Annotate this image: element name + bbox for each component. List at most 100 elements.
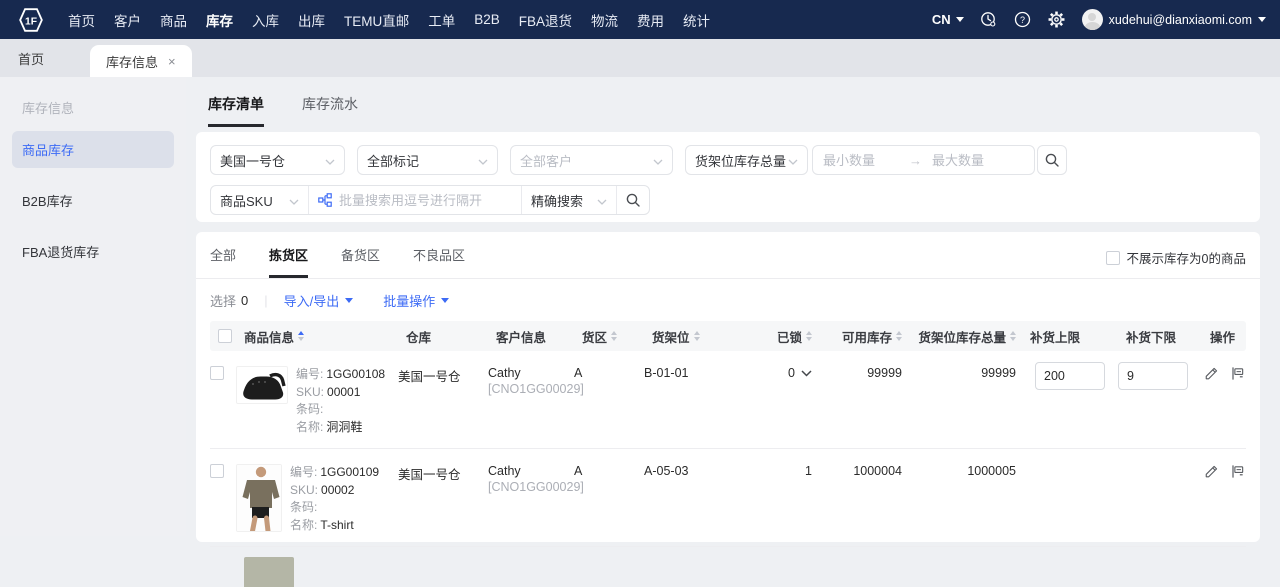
app-logo-icon[interactable]: 1F bbox=[18, 7, 44, 33]
select-all-checkbox[interactable] bbox=[218, 329, 232, 343]
menu-stats[interactable]: 统计 bbox=[683, 10, 710, 30]
sort-icon[interactable] bbox=[693, 331, 700, 341]
cell-customer: Cathy [CNO1GG00029] bbox=[488, 464, 584, 494]
range-arrow-icon: → bbox=[909, 152, 922, 168]
filter-panel: 美国一号仓 全部标记 全部客户 货架位库存总量 → bbox=[196, 132, 1260, 222]
row-checkbox[interactable] bbox=[210, 464, 224, 478]
chevron-down-icon bbox=[441, 298, 450, 303]
product-name: T-shirt bbox=[320, 517, 354, 532]
sort-icon[interactable] bbox=[1010, 331, 1016, 341]
sku-type-select-value: 商品SKU bbox=[220, 193, 273, 209]
close-icon[interactable]: × bbox=[168, 54, 176, 69]
mark-select-value: 全部标记 bbox=[367, 153, 420, 169]
match-mode-value: 精确搜索 bbox=[531, 193, 584, 209]
tab-inventory-info[interactable]: 库存信息 × bbox=[90, 45, 192, 77]
chevron-down-icon bbox=[345, 298, 354, 303]
cell-warehouse: 美国一号仓 bbox=[398, 370, 461, 384]
menu-customers[interactable]: 客户 bbox=[114, 10, 141, 30]
history-clock-icon[interactable] bbox=[980, 11, 998, 29]
product-image[interactable] bbox=[236, 464, 282, 532]
edit-icon[interactable] bbox=[1204, 464, 1219, 479]
avatar bbox=[1081, 9, 1103, 30]
flag-icon[interactable] bbox=[1230, 366, 1245, 381]
flag-icon[interactable] bbox=[1230, 464, 1245, 479]
max-quantity-input[interactable] bbox=[922, 152, 1018, 168]
menu-logistics[interactable]: 物流 bbox=[591, 10, 618, 30]
sidebar-item-product-inventory[interactable]: 商品库存 bbox=[12, 131, 174, 168]
sku-type-select[interactable]: 商品SKU bbox=[211, 186, 308, 214]
gear-icon[interactable] bbox=[1048, 11, 1066, 29]
language-selector[interactable]: CN bbox=[932, 12, 964, 27]
customer-code: [CNO1GG00029] bbox=[488, 382, 584, 396]
divider: | bbox=[264, 293, 268, 308]
cell-shelf-total: 1000005 bbox=[967, 464, 1016, 478]
menu-temu[interactable]: TEMU直邮 bbox=[344, 10, 409, 30]
quantity-range: → bbox=[812, 145, 1035, 175]
import-export-button[interactable]: 导入/导出 bbox=[284, 291, 354, 310]
batch-search-input[interactable] bbox=[339, 192, 511, 208]
chevron-down-icon bbox=[653, 153, 663, 168]
top-navbar: 1F 首页 客户 商品 库存 入库 出库 TEMU直邮 工单 B2B FBA退货… bbox=[0, 0, 1280, 39]
main-content: 库存清单 库存流水 美国一号仓 全部标记 全部客户 货架位库存总量 最小数量 →… bbox=[186, 77, 1280, 587]
tab-inventory-list[interactable]: 库存清单 bbox=[208, 94, 264, 127]
chevron-down-icon bbox=[955, 17, 964, 22]
tab-home[interactable]: 首页 bbox=[0, 39, 62, 77]
sort-icon[interactable] bbox=[896, 331, 902, 341]
zone-tab-stocking[interactable]: 备货区 bbox=[341, 245, 380, 278]
search-icon bbox=[626, 193, 640, 207]
cell-customer: Cathy [CNO1GG00029] bbox=[488, 366, 584, 396]
cell-locked: 1 bbox=[805, 464, 812, 478]
edit-icon[interactable] bbox=[1204, 366, 1219, 381]
help-icon[interactable]: ? bbox=[1014, 11, 1032, 29]
sku-search-button[interactable] bbox=[616, 186, 649, 214]
zone-tab-all[interactable]: 全部 bbox=[210, 245, 236, 278]
qty-type-select[interactable]: 货架位库存总量 bbox=[685, 145, 808, 175]
cell-locked: 0 bbox=[744, 366, 818, 380]
cell-shelf-total: 99999 bbox=[981, 366, 1016, 380]
sort-icon[interactable] bbox=[611, 331, 618, 341]
sku-search-group: 商品SKU 精确搜索 bbox=[210, 185, 650, 215]
chevron-down-icon bbox=[289, 193, 299, 208]
product-image bbox=[244, 557, 294, 587]
search-button[interactable] bbox=[1037, 145, 1067, 175]
menu-products[interactable]: 商品 bbox=[160, 10, 187, 30]
menu-workorder[interactable]: 工单 bbox=[428, 10, 455, 30]
batch-operations-button[interactable]: 批量操作 bbox=[383, 291, 450, 310]
menu-inbound[interactable]: 入库 bbox=[252, 10, 279, 30]
sidebar-item-fba-return-inventory[interactable]: FBA退货库存 bbox=[12, 233, 174, 270]
chevron-down-icon bbox=[788, 153, 798, 168]
customer-select[interactable]: 全部客户 bbox=[510, 145, 673, 175]
hide-zero-checkbox[interactable] bbox=[1105, 250, 1120, 265]
svg-text:?: ? bbox=[1020, 15, 1025, 25]
restock-upper-input[interactable] bbox=[1035, 362, 1105, 390]
chevron-down-icon bbox=[1258, 17, 1266, 22]
product-image[interactable] bbox=[236, 366, 288, 404]
min-quantity-input[interactable] bbox=[813, 152, 909, 168]
zone-tab-picking[interactable]: 拣货区 bbox=[269, 245, 309, 278]
menu-fees[interactable]: 费用 bbox=[637, 10, 664, 30]
warehouse-select-value: 美国一号仓 bbox=[220, 153, 286, 169]
mark-select[interactable]: 全部标记 bbox=[357, 145, 498, 175]
warehouse-select[interactable]: 美国一号仓 bbox=[210, 145, 345, 175]
page-tabbar: 首页 库存信息 × bbox=[0, 39, 1280, 77]
chevron-down-icon bbox=[597, 193, 607, 208]
row-checkbox[interactable] bbox=[210, 366, 224, 380]
restock-lower-input[interactable] bbox=[1118, 362, 1188, 390]
menu-outbound[interactable]: 出库 bbox=[298, 10, 325, 30]
batch-icon[interactable] bbox=[318, 193, 332, 207]
match-mode-select[interactable]: 精确搜索 bbox=[521, 186, 616, 214]
sort-icon[interactable] bbox=[806, 331, 812, 341]
tab-inventory-flow[interactable]: 库存流水 bbox=[302, 94, 358, 127]
search-icon bbox=[1045, 153, 1059, 167]
menu-b2b[interactable]: B2B bbox=[474, 12, 500, 27]
menu-fba-returns[interactable]: FBA退货 bbox=[519, 10, 572, 30]
user-account[interactable]: xudehui@dianxiaomi.com bbox=[1081, 9, 1266, 30]
expand-locked-icon[interactable] bbox=[801, 369, 812, 377]
menu-inventory[interactable]: 库存 bbox=[206, 10, 233, 30]
sidebar-item-b2b-inventory[interactable]: B2B库存 bbox=[12, 182, 174, 219]
table-toolbar: 选择 0 | 导入/导出 批量操作 bbox=[196, 279, 1260, 321]
zone-tab-defective[interactable]: 不良品区 bbox=[413, 245, 465, 278]
cell-shelf: B-01-01 bbox=[644, 366, 689, 380]
menu-home[interactable]: 首页 bbox=[68, 10, 95, 30]
sort-icon[interactable] bbox=[298, 331, 305, 341]
